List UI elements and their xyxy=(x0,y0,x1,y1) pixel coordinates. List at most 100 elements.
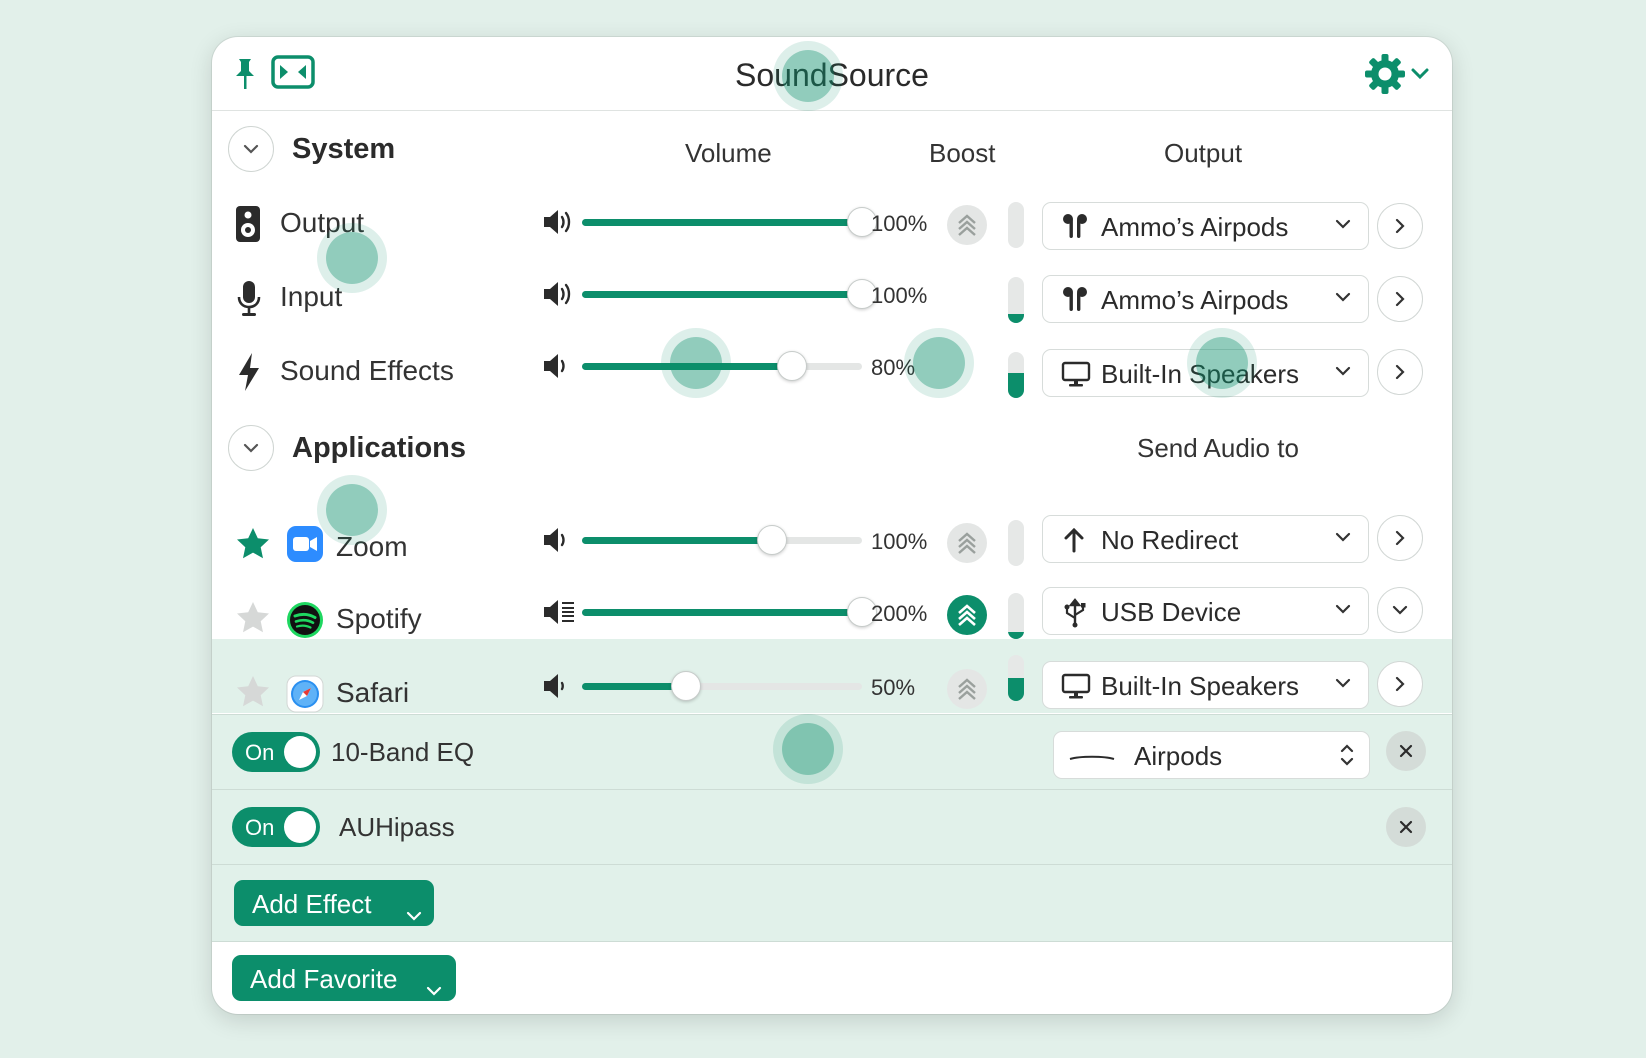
favorite-star-outline-icon[interactable] xyxy=(235,600,271,641)
applications-collapse-button[interactable] xyxy=(228,425,274,471)
sound-effects-row-label: Sound Effects xyxy=(280,355,454,386)
volume-speaker-icon[interactable] xyxy=(542,671,576,706)
volume-slider-knob[interactable] xyxy=(757,525,788,555)
volume-slider-knob[interactable] xyxy=(777,351,807,381)
spotify-row-label: Spotify xyxy=(336,603,422,634)
effect-name[interactable]: 10-Band EQ xyxy=(331,737,474,768)
volume-slider[interactable] xyxy=(582,609,862,616)
touch-indicator xyxy=(326,232,378,284)
safari-redirect-dropdown[interactable]: Built-In Speakers xyxy=(1042,661,1369,709)
send-audio-to-header: Send Audio to xyxy=(1137,433,1299,463)
microphone-icon xyxy=(236,280,262,323)
toggle-label: On xyxy=(245,740,275,765)
level-meter xyxy=(1008,202,1024,248)
toggle-label: On xyxy=(245,815,275,840)
auhipass-toggle[interactable]: On xyxy=(232,807,320,847)
volume-slider[interactable] xyxy=(582,683,862,690)
spotify-redirect-dropdown[interactable]: USB Device xyxy=(1042,587,1369,635)
volume-speaker-icon[interactable] xyxy=(542,207,576,242)
divider xyxy=(212,789,1452,790)
soundsource-window: SoundSource System Volume Boost Output O… xyxy=(212,37,1452,1014)
row-detail-button[interactable] xyxy=(1377,276,1423,322)
level-meter xyxy=(1008,277,1024,323)
device-label: USB Device xyxy=(1101,597,1242,627)
remove-effect-button[interactable] xyxy=(1386,731,1426,771)
volume-slider-fill xyxy=(582,291,862,298)
divider xyxy=(212,864,1452,865)
favorite-star-outline-icon[interactable] xyxy=(235,674,271,715)
level-meter xyxy=(1008,655,1024,701)
boost-button[interactable] xyxy=(947,205,987,245)
row-detail-button[interactable] xyxy=(1377,515,1423,561)
level-meter xyxy=(1008,593,1024,639)
level-meter xyxy=(1008,520,1024,566)
system-section-title: System xyxy=(292,133,396,165)
gear-icon[interactable] xyxy=(1364,53,1406,100)
add-effect-button[interactable]: Add Effect xyxy=(234,880,434,926)
row-detail-button[interactable] xyxy=(1377,349,1423,395)
volume-slider-fill xyxy=(582,537,773,544)
volume-slider-fill xyxy=(582,609,862,616)
volume-speaker-icon[interactable] xyxy=(542,351,576,386)
volume-slider[interactable] xyxy=(582,219,862,226)
applications-section-title: Applications xyxy=(292,432,467,464)
boost-button[interactable] xyxy=(947,669,987,709)
volume-slider-knob[interactable] xyxy=(670,671,701,701)
volume-slider[interactable] xyxy=(582,291,862,298)
level-meter xyxy=(1008,352,1024,398)
usb-icon xyxy=(1061,598,1089,633)
zoom-row-label: Zoom xyxy=(336,531,408,562)
arrow-up-icon xyxy=(1061,526,1087,559)
output-column-header: Output xyxy=(1164,138,1243,168)
eq-toggle[interactable]: On xyxy=(232,732,320,772)
chevron-down-icon xyxy=(1334,530,1352,548)
volume-slider[interactable] xyxy=(582,363,862,370)
boost-button-active[interactable] xyxy=(947,595,987,635)
volume-slider-fill xyxy=(582,219,862,226)
chevron-down-icon xyxy=(1334,290,1352,308)
preset-label: Airpods xyxy=(1134,741,1223,771)
row-detail-button[interactable] xyxy=(1377,203,1423,249)
spotify-app-icon xyxy=(286,601,324,644)
effect-name[interactable]: AUHipass xyxy=(339,812,455,843)
row-detail-button[interactable] xyxy=(1377,661,1423,707)
airpods-icon xyxy=(1061,286,1089,319)
volume-boosted-speaker-icon[interactable] xyxy=(542,597,576,632)
input-row-label: Input xyxy=(280,281,343,312)
chevron-down-icon xyxy=(1334,364,1352,382)
favorite-star-icon[interactable] xyxy=(235,526,271,567)
device-label: No Redirect xyxy=(1101,525,1239,555)
divider xyxy=(212,714,1452,715)
touch-indicator xyxy=(670,337,722,389)
boost-button[interactable] xyxy=(947,523,987,563)
row-collapse-button[interactable] xyxy=(1377,587,1423,633)
volume-speaker-icon[interactable] xyxy=(542,279,576,314)
add-favorite-button[interactable]: Add Favorite xyxy=(232,955,456,1001)
chevron-down-icon xyxy=(406,898,422,929)
display-icon xyxy=(1061,360,1091,393)
lightning-bolt-icon xyxy=(236,352,262,397)
eq-preset-dropdown[interactable]: Airpods xyxy=(1053,731,1370,779)
device-label: Ammo’s Airpods xyxy=(1101,285,1289,315)
chevron-down-icon[interactable] xyxy=(1410,67,1430,86)
input-device-dropdown[interactable]: Ammo’s Airpods xyxy=(1042,275,1369,323)
volume-slider[interactable] xyxy=(582,537,862,544)
speaker-device-icon xyxy=(235,205,261,248)
touch-indicator xyxy=(1196,337,1248,389)
volume-percent: 100% xyxy=(871,283,928,308)
volume-percent: 80% xyxy=(871,355,916,380)
volume-percent: 100% xyxy=(871,529,928,554)
volume-speaker-icon[interactable] xyxy=(542,525,576,560)
toggle-knob xyxy=(284,736,316,768)
touch-indicator xyxy=(326,484,378,536)
eq-curve-icon xyxy=(1068,750,1116,768)
up-down-chevron-icon xyxy=(1339,740,1355,775)
system-collapse-button[interactable] xyxy=(228,126,274,172)
device-label: Built-In Speakers xyxy=(1101,671,1299,701)
output-device-dropdown[interactable]: Ammo’s Airpods xyxy=(1042,202,1369,250)
remove-effect-button[interactable] xyxy=(1386,807,1426,847)
chevron-down-icon xyxy=(1334,676,1352,694)
zoom-redirect-dropdown[interactable]: No Redirect xyxy=(1042,515,1369,563)
volume-percent: 200% xyxy=(871,601,928,626)
touch-indicator xyxy=(913,337,965,389)
